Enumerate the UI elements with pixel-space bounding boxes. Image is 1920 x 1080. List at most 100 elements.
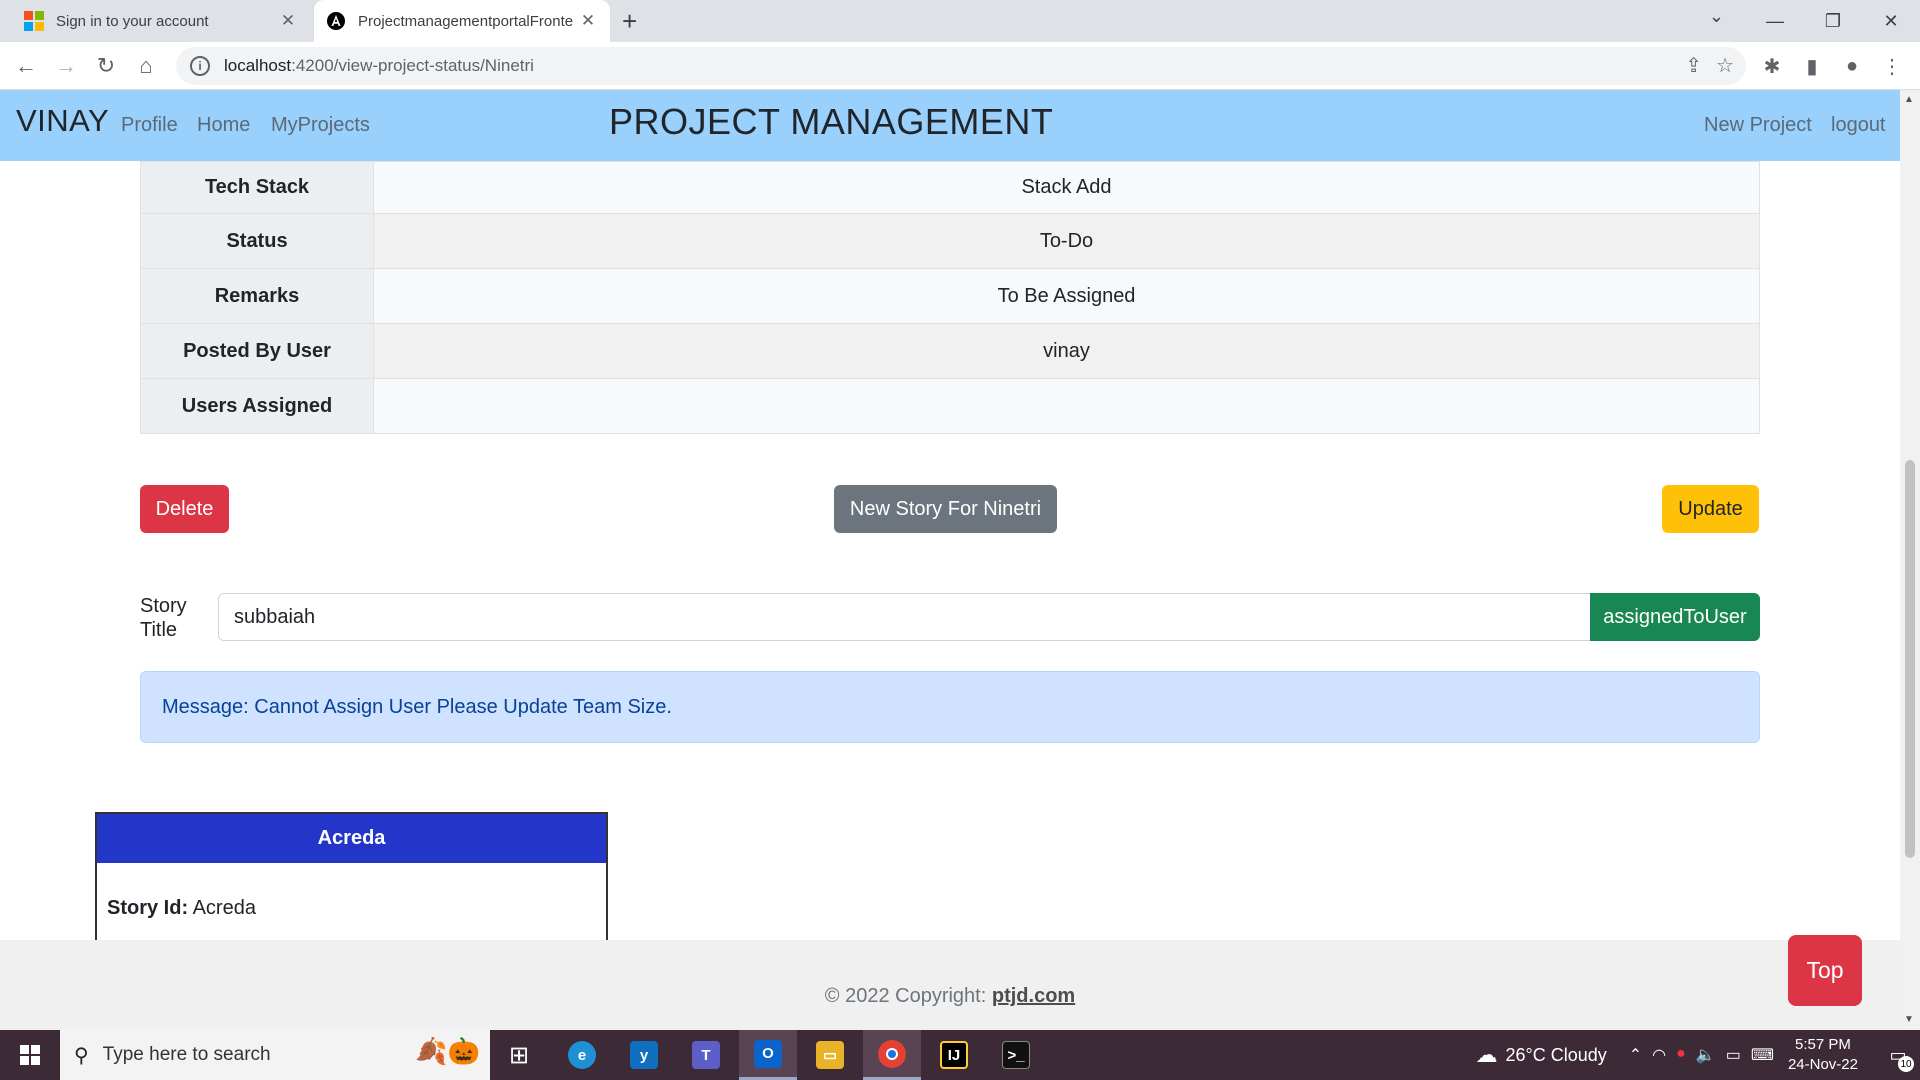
- terminal-icon[interactable]: >_: [987, 1030, 1045, 1080]
- keyboard-icon[interactable]: ⌨: [1751, 1045, 1774, 1065]
- chrome-icon[interactable]: [863, 1030, 921, 1080]
- volume-icon[interactable]: 🔈: [1696, 1045, 1716, 1065]
- yammer-icon[interactable]: y: [615, 1030, 673, 1080]
- nav-link-new-project[interactable]: New Project: [1704, 114, 1812, 137]
- intellij-icon[interactable]: IJ: [925, 1030, 983, 1080]
- story-label-line1: Story: [140, 595, 187, 617]
- footer-link[interactable]: ptjd.com: [992, 985, 1075, 1007]
- table-row: Remarks To Be Assigned: [140, 268, 1760, 324]
- table-row: Status To-Do: [140, 213, 1760, 269]
- extensions-icon[interactable]: ✱: [1756, 50, 1788, 82]
- file-explorer-icon[interactable]: ▭: [801, 1030, 859, 1080]
- security-icon[interactable]: ●: [1676, 1045, 1686, 1065]
- window-controls: — ❐ ✕: [1746, 0, 1920, 42]
- table-row: Posted By User vinay: [140, 323, 1760, 379]
- assign-user-button[interactable]: assignedToUser: [1590, 593, 1760, 641]
- nav-link-home[interactable]: Home: [197, 114, 250, 137]
- alert-message: Message: Cannot Assign User Please Updat…: [140, 671, 1760, 743]
- row-value: [373, 378, 1760, 434]
- footer: © 2022 Copyright: ptjd.com: [0, 940, 1900, 1030]
- row-label: Status: [140, 213, 374, 269]
- minimize-icon[interactable]: —: [1746, 0, 1804, 42]
- wifi-icon[interactable]: ◠: [1652, 1045, 1666, 1065]
- brand[interactable]: VINAY: [16, 103, 109, 139]
- reload-icon[interactable]: ↻: [90, 50, 122, 82]
- angular-icon: [327, 12, 345, 30]
- story-id-value: Acreda: [192, 897, 256, 919]
- task-view-icon[interactable]: ⊞: [490, 1030, 548, 1080]
- row-label: Users Assigned: [140, 378, 374, 434]
- story-card-header: Acreda: [97, 814, 606, 863]
- nav-link-myprojects[interactable]: MyProjects: [271, 114, 370, 137]
- story-id-label: Story Id:: [107, 897, 189, 919]
- copyright-text: © 2022 Copyright:: [824, 985, 992, 1007]
- weather-widget[interactable]: ☁ 26°C Cloudy: [1476, 1042, 1607, 1068]
- scroll-top-button[interactable]: Top: [1788, 935, 1862, 1006]
- nav-link-profile[interactable]: Profile: [121, 114, 178, 137]
- table-row: Users Assigned: [140, 378, 1760, 434]
- windows-logo-icon: [20, 1045, 40, 1065]
- weather-text: 26°C Cloudy: [1505, 1044, 1607, 1065]
- share-icon[interactable]: ⇪: [1685, 53, 1702, 78]
- delete-button[interactable]: Delete: [140, 485, 229, 533]
- close-window-icon[interactable]: ✕: [1862, 0, 1920, 42]
- back-icon[interactable]: ←: [10, 50, 42, 82]
- cloud-icon: ☁: [1475, 1042, 1498, 1067]
- row-label: Posted By User: [140, 323, 374, 379]
- close-tab-icon[interactable]: ✕: [578, 11, 598, 31]
- story-title-label: Story Title: [140, 594, 187, 642]
- update-button[interactable]: Update: [1662, 485, 1759, 533]
- menu-kebab-icon[interactable]: ⋮: [1876, 50, 1908, 82]
- start-button[interactable]: [0, 1030, 60, 1080]
- bookmark-star-icon[interactable]: ☆: [1716, 53, 1734, 78]
- scroll-down-arrow-icon[interactable]: ▼: [1904, 1014, 1914, 1025]
- new-tab-icon[interactable]: +: [622, 6, 637, 37]
- browser-tab-signin[interactable]: Sign in to your account ✕: [10, 0, 310, 42]
- taskbar-search[interactable]: ⚲ Type here to search 🍂🎃: [60, 1030, 490, 1080]
- close-tab-icon[interactable]: ✕: [278, 11, 298, 31]
- system-tray: ☁ 26°C Cloudy ⌃ ◠ ● 🔈 ▭ ⌨ 5:57 PM 24-Nov…: [1476, 1030, 1920, 1080]
- edge-icon[interactable]: e: [553, 1030, 611, 1080]
- row-label: Remarks: [140, 268, 374, 324]
- url-path: :4200/view-project-status/Ninetri: [291, 56, 534, 75]
- new-story-button[interactable]: New Story For Ninetri: [834, 485, 1057, 533]
- row-label: Tech Stack: [140, 161, 374, 214]
- windows-taskbar: ⚲ Type here to search 🍂🎃 ⊞ e y T O ▭ IJ …: [0, 1030, 1920, 1080]
- profile-avatar-icon[interactable]: ●: [1836, 50, 1868, 82]
- clock-date: 24-Nov-22: [1787, 1056, 1858, 1073]
- notification-badge: 10: [1898, 1056, 1914, 1072]
- address-bar[interactable]: i localhost:4200/view-project-status/Nin…: [176, 47, 1746, 85]
- search-icon: ⚲: [74, 1044, 89, 1067]
- outlook-icon[interactable]: O: [739, 1030, 797, 1080]
- browser-tab-app[interactable]: ProjectmanagementportalFronte ✕: [314, 0, 610, 42]
- page-scrollbar[interactable]: ▲ ▼: [1900, 90, 1920, 1030]
- battery-icon[interactable]: ▭: [1726, 1045, 1741, 1065]
- scroll-up-arrow-icon[interactable]: ▲: [1904, 94, 1914, 105]
- story-title-input[interactable]: [218, 593, 1591, 641]
- row-value: Stack Add: [373, 161, 1760, 214]
- table-row: Tech Stack Stack Add: [140, 161, 1760, 214]
- teams-icon[interactable]: T: [677, 1030, 735, 1080]
- side-panel-icon[interactable]: ▮: [1796, 50, 1828, 82]
- forward-icon[interactable]: →: [50, 50, 82, 82]
- page-title: PROJECT MANAGEMENT: [609, 101, 1054, 142]
- tab-title: ProjectmanagementportalFronte: [358, 12, 574, 30]
- browser-toolbar: ← → ↻ ⌂ i localhost:4200/view-project-st…: [0, 42, 1920, 90]
- row-value: To Be Assigned: [373, 268, 1760, 324]
- search-placeholder: Type here to search: [102, 1044, 271, 1065]
- app-navbar: VINAY Profile Home MyProjects PROJECT MA…: [0, 90, 1900, 161]
- scrollbar-thumb[interactable]: [1905, 460, 1915, 858]
- home-icon[interactable]: ⌂: [130, 50, 162, 82]
- chevron-up-icon[interactable]: ⌃: [1629, 1045, 1642, 1065]
- notification-center-icon[interactable]: ▭ 10: [1876, 1030, 1920, 1080]
- page-viewport: VINAY Profile Home MyProjects PROJECT MA…: [0, 90, 1920, 1030]
- tab-search-chevron-icon[interactable]: ⌄: [1709, 6, 1724, 27]
- browser-tab-bar: Sign in to your account ✕ Projectmanagem…: [0, 0, 1920, 42]
- site-info-icon[interactable]: i: [190, 56, 210, 76]
- story-label-line2: Title: [140, 619, 178, 641]
- clock[interactable]: 5:57 PM 24-Nov-22: [1788, 1035, 1858, 1075]
- restore-icon[interactable]: ❐: [1804, 0, 1862, 42]
- microsoft-icon: [24, 11, 44, 31]
- project-details-table: Tech Stack Stack Add Status To-Do Remark…: [140, 161, 1760, 434]
- nav-link-logout[interactable]: logout: [1831, 114, 1886, 137]
